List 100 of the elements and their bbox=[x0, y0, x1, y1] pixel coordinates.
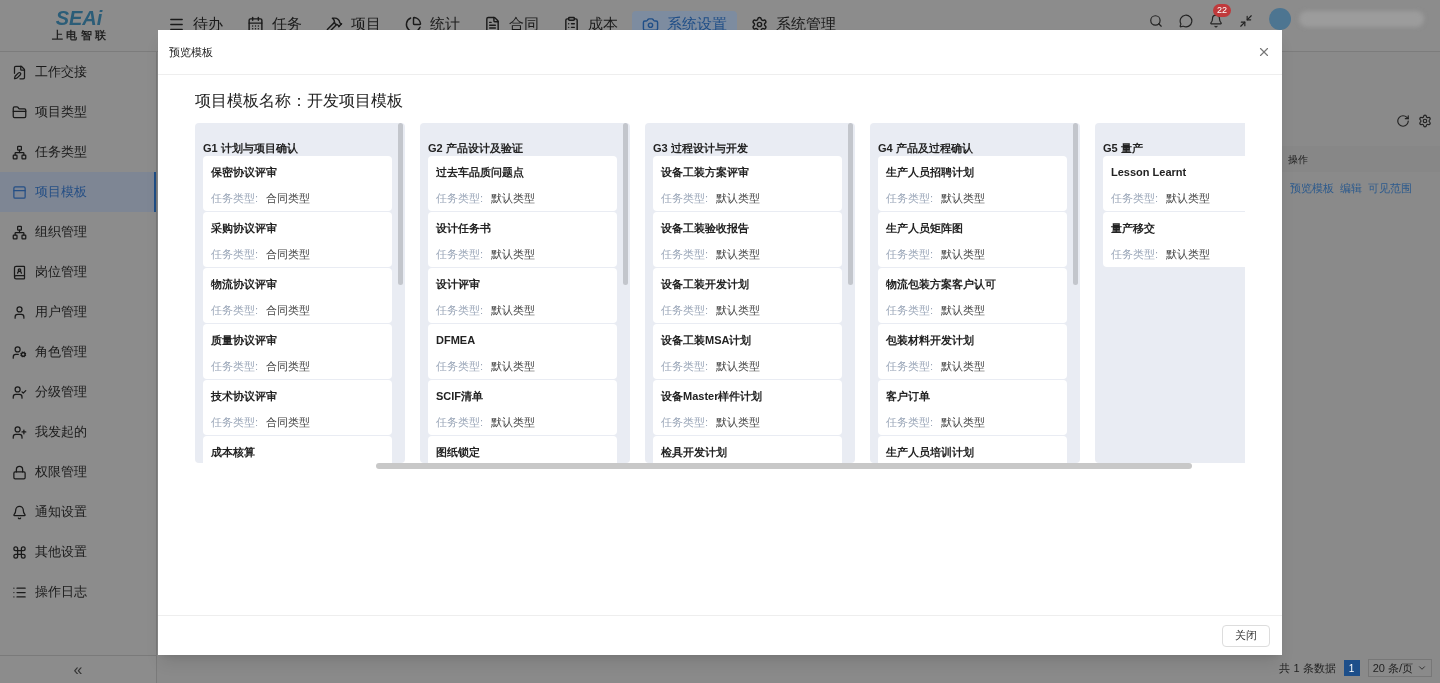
task-type-value: 合同类型 bbox=[266, 190, 311, 206]
task-name: 成本核算 bbox=[211, 445, 256, 460]
stage-title: G2 产品设计及验证 bbox=[428, 142, 523, 154]
nav-icon bbox=[563, 15, 580, 33]
task-type-label: 任务类型: bbox=[211, 414, 259, 430]
task-name: 设计评审 bbox=[436, 277, 481, 292]
task-card[interactable]: 设备Master样件计划 任务类型: 默认类型 bbox=[653, 380, 842, 435]
refresh-icon[interactable] bbox=[1396, 114, 1410, 128]
task-card[interactable]: 物流包装方案客户认可 任务类型: 默认类型 bbox=[878, 268, 1067, 323]
stage-title: G5 量产 bbox=[1103, 142, 1143, 154]
task-card[interactable]: 采购协议评审 任务类型: 合同类型 bbox=[203, 212, 392, 267]
task-type-value: 默认类型 bbox=[491, 358, 536, 374]
task-card[interactable]: 生产人员培训计划 bbox=[878, 436, 1067, 463]
task-card[interactable]: 设计任务书 任务类型: 默认类型 bbox=[428, 212, 617, 267]
task-card[interactable]: 物流协议评审 任务类型: 合同类型 bbox=[203, 268, 392, 323]
horizontal-scrollbar[interactable] bbox=[376, 463, 1192, 469]
task-name: 检具开发计划 bbox=[661, 445, 728, 460]
notification-badge: 22 bbox=[1213, 4, 1231, 17]
task-type-label: 任务类型: bbox=[211, 246, 259, 262]
sidebar-item[interactable]: 操作日志 bbox=[0, 572, 156, 612]
nav-tab[interactable]: 统计 bbox=[395, 11, 470, 37]
settings-icon[interactable] bbox=[1418, 114, 1432, 128]
task-type-value: 默认类型 bbox=[716, 358, 761, 374]
sidebar-item[interactable]: 我发起的 bbox=[0, 412, 156, 452]
task-type-label: 任务类型: bbox=[436, 190, 484, 206]
task-card[interactable]: 技术协议评审 任务类型: 合同类型 bbox=[203, 380, 392, 435]
task-name: 质量协议评审 bbox=[211, 333, 278, 348]
task-card[interactable]: 包装材料开发计划 任务类型: 默认类型 bbox=[878, 324, 1067, 379]
task-name: 生产人员矩阵图 bbox=[886, 221, 964, 236]
logo-mark: SEAi bbox=[55, 8, 103, 28]
task-card[interactable]: 设备工装方案评审 任务类型: 默认类型 bbox=[653, 156, 842, 211]
task-name: 图纸锁定 bbox=[436, 445, 481, 460]
task-card[interactable]: 生产人员招聘计划 任务类型: 默认类型 bbox=[878, 156, 1067, 211]
message-icon[interactable] bbox=[1179, 14, 1193, 28]
sidebar-item[interactable]: 其他设置 bbox=[0, 532, 156, 572]
task-card[interactable]: 成本核算 bbox=[203, 436, 392, 463]
task-card[interactable]: Lesson Learnt 任务类型: 默认类型 bbox=[1103, 156, 1245, 211]
vertical-scrollbar[interactable] bbox=[398, 123, 403, 285]
task-card[interactable]: 过去车品质问题点 任务类型: 默认类型 bbox=[428, 156, 617, 211]
task-card[interactable]: 图纸锁定 bbox=[428, 436, 617, 463]
task-type-label: 任务类型: bbox=[886, 246, 934, 262]
task-card[interactable]: 保密协议评审 任务类型: 合同类型 bbox=[203, 156, 392, 211]
task-card[interactable]: 设备工装开发计划 任务类型: 默认类型 bbox=[653, 268, 842, 323]
nav-tab[interactable]: 任务 bbox=[237, 11, 312, 37]
task-type-label: 任务类型: bbox=[886, 414, 934, 430]
sidebar-icon bbox=[12, 184, 27, 200]
close-icon[interactable] bbox=[1257, 45, 1271, 59]
sidebar-item[interactable]: 分级管理 bbox=[0, 372, 156, 412]
sidebar-item[interactable]: 角色管理 bbox=[0, 332, 156, 372]
task-card[interactable]: 设备工装验收报告 任务类型: 默认类型 bbox=[653, 212, 842, 267]
task-type-value: 默认类型 bbox=[716, 246, 761, 262]
sidebar-item[interactable]: 权限管理 bbox=[0, 452, 156, 492]
task-card[interactable]: 客户订单 任务类型: 默认类型 bbox=[878, 380, 1067, 435]
vertical-scrollbar[interactable] bbox=[848, 123, 853, 285]
task-type-label: 任务类型: bbox=[661, 358, 709, 374]
close-button[interactable]: 关闭 bbox=[1222, 624, 1270, 647]
sidebar-icon bbox=[12, 104, 27, 120]
task-type-value: 默认类型 bbox=[941, 414, 986, 430]
sidebar-item[interactable]: 任务类型 bbox=[0, 132, 156, 172]
task-name: 设计任务书 bbox=[436, 221, 492, 236]
page-button[interactable]: 1 bbox=[1343, 660, 1360, 676]
nav-icon bbox=[247, 15, 264, 33]
nav-icon bbox=[405, 15, 422, 33]
task-card[interactable]: 检具开发计划 bbox=[653, 436, 842, 463]
task-type-value: 默认类型 bbox=[491, 190, 536, 206]
task-type-label: 任务类型: bbox=[661, 302, 709, 318]
sidebar-item[interactable]: 岗位管理 bbox=[0, 252, 156, 292]
nav-icon bbox=[751, 15, 768, 33]
sidebar-item[interactable]: 项目类型 bbox=[0, 92, 156, 132]
task-type-value: 默认类型 bbox=[716, 414, 761, 430]
sidebar-item[interactable]: 用户管理 bbox=[0, 292, 156, 332]
task-type-value: 合同类型 bbox=[266, 414, 311, 430]
search-icon[interactable] bbox=[1149, 14, 1163, 28]
sidebar-item[interactable]: 通知设置 bbox=[0, 492, 156, 532]
nav-tab[interactable]: 系统管理 bbox=[741, 11, 846, 37]
sidebar-item[interactable]: 组织管理 bbox=[0, 212, 156, 252]
task-card[interactable]: 质量协议评审 任务类型: 合同类型 bbox=[203, 324, 392, 379]
nav-tab[interactable]: 合同 bbox=[474, 11, 549, 37]
task-card[interactable]: 设计评审 任务类型: 默认类型 bbox=[428, 268, 617, 323]
task-card[interactable]: DFMEA 任务类型: 默认类型 bbox=[428, 324, 617, 379]
task-card[interactable]: SCIF清单 任务类型: 默认类型 bbox=[428, 380, 617, 435]
notification-icon[interactable] bbox=[1209, 14, 1223, 28]
task-card[interactable]: 量产移交 任务类型: 默认类型 bbox=[1103, 212, 1245, 267]
task-card[interactable]: 设备工装MSA计划 任务类型: 默认类型 bbox=[653, 324, 842, 379]
task-type-value: 默认类型 bbox=[941, 190, 986, 206]
collapse-button[interactable]: « bbox=[0, 655, 156, 683]
page-size-select[interactable]: 20 条/页 bbox=[1367, 659, 1432, 677]
task-type-label: 任务类型: bbox=[1111, 246, 1159, 262]
task-card[interactable]: 生产人员矩阵图 任务类型: 默认类型 bbox=[878, 212, 1067, 267]
task-type-value: 默认类型 bbox=[941, 302, 986, 318]
task-name: 过去车品质问题点 bbox=[436, 165, 525, 180]
fullscreen-icon[interactable] bbox=[1239, 14, 1253, 28]
vertical-scrollbar[interactable] bbox=[623, 123, 628, 285]
vertical-scrollbar[interactable] bbox=[1073, 123, 1078, 285]
caret-icon bbox=[1417, 663, 1427, 673]
sidebar-icon bbox=[12, 304, 27, 320]
sidebar-icon bbox=[12, 424, 27, 440]
nav-tab[interactable]: 成本 bbox=[553, 11, 628, 37]
sidebar-item[interactable]: 工作交接 bbox=[0, 52, 156, 92]
sidebar-icon bbox=[12, 344, 27, 360]
